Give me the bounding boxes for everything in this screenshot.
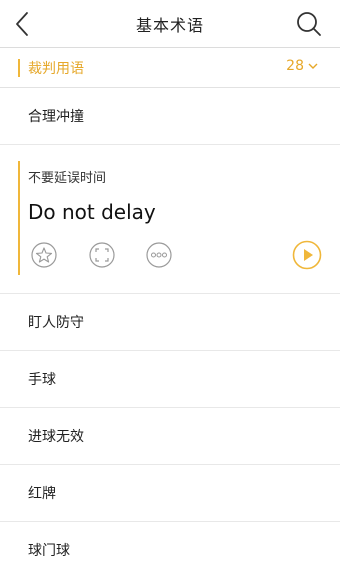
card-accent-bar (18, 161, 20, 275)
category-header[interactable]: 裁判用语 28 (0, 48, 340, 88)
category-label: 裁判用语 (28, 60, 84, 77)
list-item[interactable]: 合理冲撞 (0, 88, 340, 145)
page-title: 基本术语 (135, 15, 204, 35)
list-item-label: 手球 (28, 372, 56, 388)
list-item-label: 球门球 (28, 543, 70, 559)
star-icon[interactable] (31, 242, 57, 268)
expand-icon[interactable] (89, 242, 115, 268)
list-item-label: 盯人防守 (28, 315, 84, 331)
list-item[interactable]: 球门球 (0, 522, 340, 578)
back-arrow-icon[interactable] (14, 11, 30, 37)
list-item-label: 红牌 (28, 486, 56, 502)
search-icon[interactable] (296, 11, 322, 37)
play-icon[interactable] (292, 240, 322, 270)
list-item[interactable]: 盯人防守 (0, 294, 340, 351)
section-accent-bar (18, 59, 20, 77)
term-english: Do not delay (28, 200, 156, 224)
term-chinese: 不要延误时间 (28, 171, 107, 186)
category-count[interactable]: 28 (286, 58, 318, 74)
count-value: 28 (286, 58, 304, 74)
list-item[interactable]: 红牌 (0, 465, 340, 522)
top-nav-bar: 基本术语 (0, 0, 340, 48)
expanded-term-card: 不要延误时间 Do not delay (0, 145, 340, 294)
list-item[interactable]: 手球 (0, 351, 340, 408)
list-item-label: 进球无效 (28, 429, 84, 445)
more-icon[interactable] (146, 242, 172, 268)
chevron-down-icon (308, 63, 318, 69)
list-item-label: 合理冲撞 (28, 109, 84, 125)
list-item[interactable]: 进球无效 (0, 408, 340, 465)
